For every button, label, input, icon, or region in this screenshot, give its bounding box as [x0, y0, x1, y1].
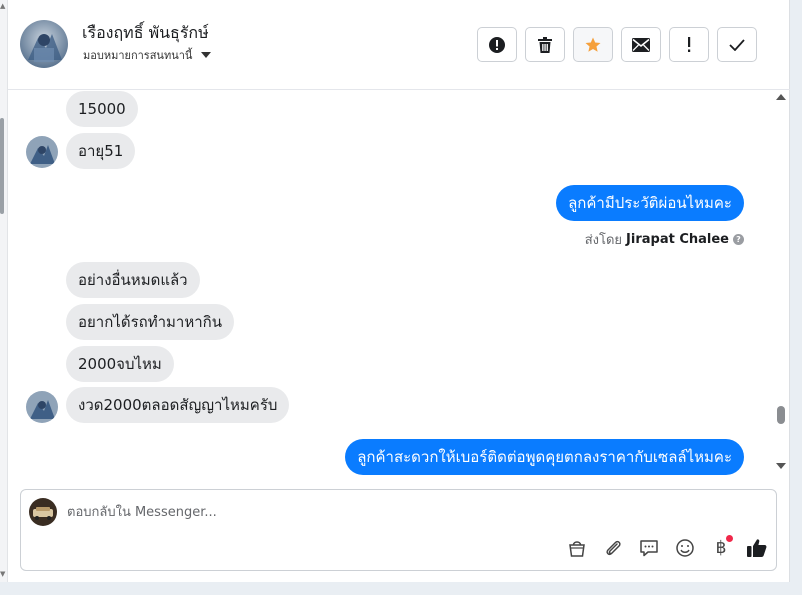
trash-icon	[538, 36, 552, 53]
done-button[interactable]	[717, 27, 757, 62]
chevron-down-icon	[201, 52, 212, 58]
incoming-message[interactable]: 2000จบไหม	[66, 346, 174, 382]
incoming-message[interactable]: อายุ51	[66, 133, 136, 169]
envelope-icon	[632, 37, 650, 52]
scroll-up-arrow-icon[interactable]: ▲	[0, 2, 5, 10]
page-avatar	[29, 498, 57, 526]
incoming-message[interactable]: 15000	[66, 91, 138, 127]
left-scrollbar-thumb[interactable]	[0, 118, 4, 214]
spam-button[interactable]	[477, 27, 517, 62]
scroll-down-arrow-icon[interactable]: ▼	[0, 570, 5, 578]
bag-icon[interactable]	[564, 535, 590, 561]
avatar[interactable]	[20, 20, 68, 68]
outgoing-message[interactable]: ลูกค้ามีประวัติผ่อนไหมคะ	[556, 185, 744, 221]
outgoing-message[interactable]: ลูกค้าสะดวกให้เบอร์ติดต่อพูดคุยตกลงราคาก…	[345, 439, 744, 475]
reply-input[interactable]	[67, 501, 747, 523]
star-icon	[585, 37, 601, 52]
incoming-message[interactable]: งวด2000ตลอดสัญญาไหมครับ	[66, 387, 290, 423]
contact-avatar[interactable]	[26, 391, 58, 423]
baht-payment-button[interactable]: ฿	[708, 535, 734, 561]
contact-avatar[interactable]	[26, 136, 58, 168]
assign-conversation-dropdown[interactable]: มอบหมายการสนทนานี้	[83, 46, 212, 64]
sent-by-label: ส่งโดย Jirapat Chalee ?	[585, 229, 744, 250]
help-icon[interactable]: ?	[733, 234, 744, 245]
conversation-header: เรืองฤทธิ์ พันธุรักษ์ มอบหมายการสนทนานี้	[8, 0, 790, 90]
follow-up-button[interactable]	[669, 27, 709, 62]
sent-by-prefix: ส่งโดย	[584, 233, 623, 248]
left-scrollbar[interactable]: ▲ ▼	[0, 0, 8, 582]
contact-name: เรืองฤทธิ์ พันธุรักษ์	[82, 23, 209, 42]
alert-circle-icon	[489, 36, 505, 53]
baht-icon: ฿	[715, 538, 727, 558]
exclamation-icon	[688, 36, 691, 52]
star-button[interactable]	[573, 27, 613, 62]
assign-label: มอบหมายการสนทนานี้	[83, 49, 193, 62]
header-actions	[477, 27, 757, 62]
check-icon	[729, 38, 745, 51]
scroll-down-arrow-icon[interactable]	[776, 463, 786, 469]
scroll-up-arrow-icon[interactable]	[776, 94, 786, 100]
delete-button[interactable]	[525, 27, 565, 62]
conversation-panel: ▲ ▼ เรืองฤทธิ์ พันธุรักษ์ มอบหมายการสนทน…	[0, 0, 790, 582]
reply-composer: ฿	[20, 489, 777, 571]
sender-name: Jirapat Chalee	[626, 232, 729, 247]
composer-tools: ฿	[564, 535, 770, 561]
mark-unread-button[interactable]	[621, 27, 661, 62]
paperclip-icon[interactable]	[600, 535, 626, 561]
incoming-message[interactable]: อย่างอื่นหมดแล้ว	[66, 262, 200, 298]
saved-reply-icon[interactable]	[636, 535, 662, 561]
incoming-message[interactable]: อยากได้รถทำมาหากิน	[66, 304, 234, 340]
emoji-icon[interactable]	[672, 535, 698, 561]
thumbs-up-icon[interactable]	[744, 535, 770, 561]
thread-scrollbar-thumb[interactable]	[777, 406, 785, 424]
notification-dot	[726, 535, 733, 542]
message-thread: 15000 อายุ51 ลูกค้ามีประวัติผ่อนไหมคะ ส่…	[8, 90, 778, 480]
thread-scrollbar[interactable]	[775, 90, 788, 480]
